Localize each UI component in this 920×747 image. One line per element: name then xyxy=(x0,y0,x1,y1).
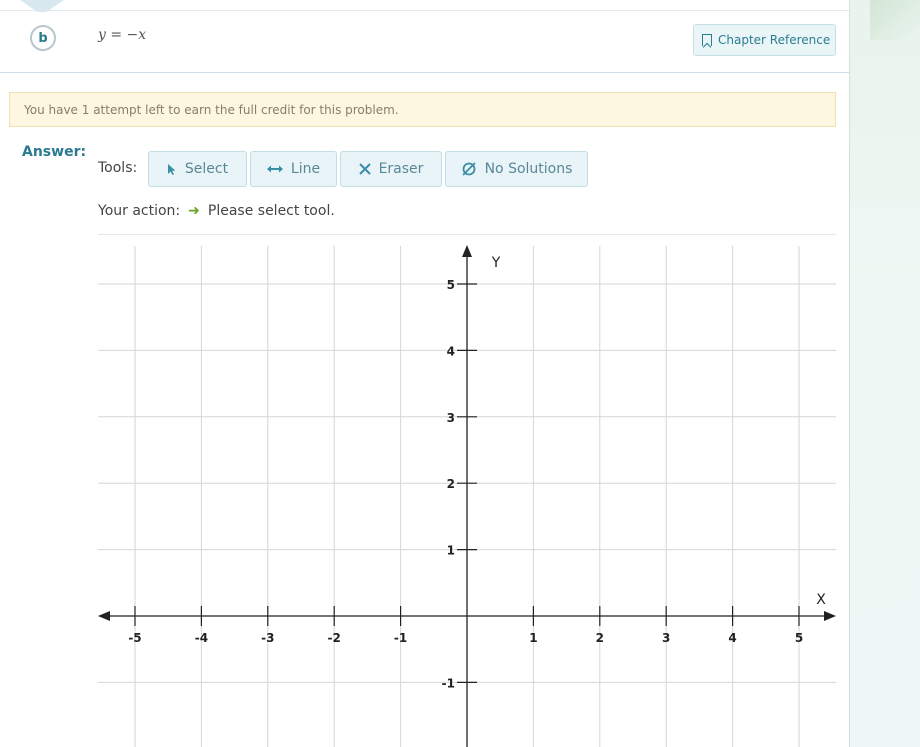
equation: y = −x xyxy=(98,27,147,43)
x-icon xyxy=(358,163,371,175)
part-badge: b xyxy=(30,25,56,51)
arrow-right-icon: ➜ xyxy=(188,203,200,219)
x-axis-label: X xyxy=(816,592,826,608)
line-tool-button[interactable]: Line xyxy=(250,151,337,187)
action-text: Please select tool. xyxy=(207,203,335,219)
y-axis-label: Y xyxy=(491,255,501,271)
x-tick-label: 3 xyxy=(662,631,670,645)
y-tick-label: 5 xyxy=(447,278,455,292)
no-solutions-button[interactable]: No Solutions xyxy=(445,151,588,187)
y-tick-label: 2 xyxy=(447,477,455,491)
no-solutions-label: No Solutions xyxy=(484,161,573,177)
decorative-leaf xyxy=(870,0,920,40)
coordinate-plane[interactable]: -5 -4 -3 -2 -1 1 2 3 4 5 5 4 3 2 1 -1 X Y xyxy=(98,240,838,747)
empty-set-icon xyxy=(461,162,476,176)
cursor-icon xyxy=(167,163,176,175)
line-tool-label: Line xyxy=(290,161,321,177)
x-tick-label: 1 xyxy=(529,631,537,645)
attempts-notice: You have 1 attempt left to earn the full… xyxy=(9,92,836,127)
attempts-notice-text: You have 1 attempt left to earn the full… xyxy=(24,102,399,117)
x-tick-label: -5 xyxy=(128,631,141,645)
x-tick-label: -4 xyxy=(195,631,208,645)
x-axis-arrow-right xyxy=(824,611,836,621)
action-status: Your action: ➜ Please select tool. xyxy=(98,203,335,219)
divider xyxy=(0,10,849,11)
graph-canvas[interactable]: -5 -4 -3 -2 -1 1 2 3 4 5 5 4 3 2 1 -1 X Y xyxy=(98,240,838,747)
select-tool-label: Select xyxy=(184,161,229,177)
x-tick-label: 5 xyxy=(795,631,803,645)
select-tool-button[interactable]: Select xyxy=(148,151,247,187)
answer-label: Answer: xyxy=(22,144,87,160)
problem-panel: b y = −x Chapter Reference You have 1 at… xyxy=(0,0,849,747)
bookmark-icon xyxy=(702,34,712,46)
double-arrow-icon xyxy=(266,165,283,173)
eraser-tool-button[interactable]: Eraser xyxy=(340,151,442,187)
side-panel xyxy=(849,0,920,747)
eraser-tool-label: Eraser xyxy=(378,161,424,177)
x-tick-label: 4 xyxy=(728,631,736,645)
y-tick-label: 1 xyxy=(447,544,455,558)
y-tick-label: -1 xyxy=(442,676,455,690)
x-tick-label: -2 xyxy=(328,631,341,645)
y-tick-label: 3 xyxy=(447,411,455,425)
divider xyxy=(0,72,849,73)
divider xyxy=(98,234,836,235)
x-tick-label: -1 xyxy=(394,631,407,645)
x-tick-label: -3 xyxy=(261,631,274,645)
chapter-reference-label: Chapter Reference xyxy=(718,33,831,47)
y-axis-arrow-up xyxy=(462,245,472,257)
action-label: Your action: xyxy=(98,203,181,219)
chapter-reference-button[interactable]: Chapter Reference xyxy=(693,24,836,56)
tools-label: Tools: xyxy=(98,160,138,176)
y-tick-label: 4 xyxy=(447,344,455,358)
x-axis-arrow-left xyxy=(98,611,110,621)
x-tick-label: 2 xyxy=(596,631,604,645)
